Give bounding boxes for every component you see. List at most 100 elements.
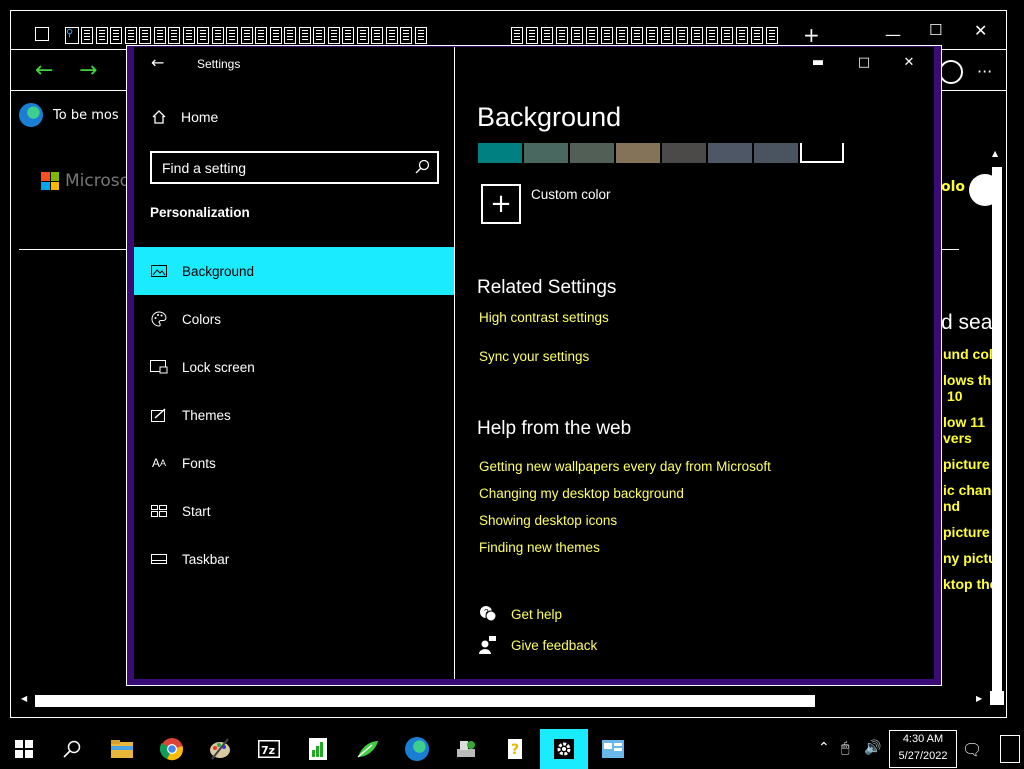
nav-item-colors[interactable]: Colors <box>134 295 454 343</box>
custom-color-button[interactable]: + Custom color <box>481 184 611 224</box>
nav-item-taskbar[interactable]: Taskbar <box>134 535 454 583</box>
search-icon[interactable] <box>414 159 430 175</box>
show-hidden-icons-icon[interactable]: ⌃ <box>818 740 830 756</box>
nav-item-fonts[interactable]: AA Fonts <box>134 439 454 487</box>
browser-tab[interactable] <box>284 27 296 44</box>
start-button[interactable] <box>0 729 48 769</box>
related-search-link[interactable]: 10 <box>947 388 963 404</box>
browser-tab[interactable] <box>661 27 673 44</box>
browser-tab[interactable] <box>240 27 253 44</box>
browser-tab[interactable] <box>255 27 267 44</box>
related-search-link[interactable]: vers <box>943 430 972 446</box>
browser-tab[interactable] <box>601 27 613 44</box>
chrome-button[interactable] <box>148 729 196 769</box>
related-search-link[interactable]: lows th <box>943 372 991 388</box>
browser-tab[interactable] <box>95 27 108 44</box>
file-explorer-button[interactable] <box>98 729 146 769</box>
new-tab-button[interactable]: + <box>803 23 820 47</box>
browser-tab[interactable] <box>691 27 703 44</box>
horizontal-scroll-thumb[interactable] <box>35 695 815 707</box>
color-swatch[interactable] <box>662 143 706 163</box>
vertical-scroll-thumb[interactable] <box>992 167 1002 692</box>
search-button[interactable] <box>48 729 96 769</box>
show-desktop-button[interactable] <box>1000 735 1020 763</box>
tab-search-icon[interactable]: ⚲ <box>65 27 79 44</box>
related-search-link[interactable]: low 11 <box>943 414 985 430</box>
browser-tab[interactable] <box>616 27 628 44</box>
browser-tab[interactable] <box>110 27 122 44</box>
more-menu-icon[interactable]: ··· <box>977 62 992 81</box>
get-help-link[interactable]: ? Get help <box>479 605 562 623</box>
signin-text[interactable]: olo <box>941 179 965 195</box>
browser-tab[interactable] <box>511 27 523 44</box>
browser-tab[interactable] <box>182 27 195 44</box>
app-button-network[interactable] <box>442 729 490 769</box>
browser-tab[interactable] <box>269 27 282 44</box>
browser-tab[interactable] <box>766 27 778 44</box>
app-button-help[interactable]: ? <box>491 729 539 769</box>
browser-tab[interactable] <box>571 27 583 44</box>
color-swatch[interactable] <box>478 143 522 163</box>
browser-tab[interactable] <box>541 27 553 44</box>
browser-tab[interactable] <box>81 27 93 44</box>
give-feedback-link[interactable]: Give feedback <box>479 636 597 654</box>
browser-tab[interactable] <box>526 27 538 44</box>
back-arrow-icon[interactable]: ← <box>151 53 164 72</box>
home-nav-item[interactable]: Home <box>151 109 218 125</box>
related-search-link[interactable]: nd <box>943 498 960 514</box>
scroll-right-arrow-icon[interactable]: ▶ <box>976 694 982 703</box>
sync-settings-link[interactable]: Sync your settings <box>479 349 589 364</box>
browser-tab[interactable] <box>313 27 325 44</box>
vertical-scrollbar[interactable]: ▲ ▼ <box>988 149 1006 692</box>
browser-tab[interactable] <box>168 27 180 44</box>
help-link[interactable]: Getting new wallpapers every day from Mi… <box>479 459 771 474</box>
browser-tab[interactable] <box>400 27 412 44</box>
high-contrast-link[interactable]: High contrast settings <box>479 310 609 325</box>
help-link[interactable]: Showing desktop icons <box>479 513 617 528</box>
nav-item-lock-screen[interactable]: Lock screen <box>134 343 454 391</box>
color-swatch[interactable] <box>616 143 660 163</box>
app-button-control-panel[interactable] <box>589 729 637 769</box>
browser-tab[interactable] <box>736 27 748 44</box>
maximize-button[interactable]: □ <box>849 55 879 73</box>
browser-tab[interactable] <box>139 27 151 44</box>
color-swatch-selected[interactable] <box>800 143 844 163</box>
color-swatch[interactable] <box>524 143 568 163</box>
browser-tab[interactable] <box>226 27 238 44</box>
browser-close-button[interactable]: ✕ <box>974 21 987 40</box>
browser-tab[interactable] <box>721 27 733 44</box>
settings-search-box[interactable] <box>150 151 439 184</box>
browser-tab[interactable] <box>676 27 688 44</box>
nav-item-start[interactable]: Start <box>134 487 454 535</box>
color-swatch[interactable] <box>708 143 752 163</box>
search-input[interactable] <box>162 158 407 178</box>
profile-icon[interactable] <box>939 60 963 84</box>
browser-tab[interactable] <box>153 27 166 44</box>
browser-tab[interactable] <box>706 27 718 44</box>
settings-taskbar-button[interactable] <box>540 729 588 769</box>
browser-tab[interactable] <box>414 27 427 44</box>
browser-tab[interactable] <box>646 27 658 44</box>
paint-button[interactable] <box>196 729 244 769</box>
volume-icon[interactable]: 🔊 <box>864 740 881 756</box>
minimize-button[interactable]: ▬ <box>803 55 833 73</box>
forward-arrow-icon[interactable]: → <box>79 58 97 83</box>
browser-maximize-button[interactable]: ☐ <box>929 21 942 39</box>
edge-button[interactable] <box>393 729 441 769</box>
horizontal-scrollbar[interactable]: ◀ ▶ <box>21 691 983 711</box>
browser-tab[interactable] <box>356 27 369 44</box>
browser-tab[interactable] <box>327 27 340 44</box>
browser-tab[interactable] <box>751 27 763 44</box>
app-button-leaf[interactable] <box>344 729 392 769</box>
browser-tab[interactable] <box>197 27 209 44</box>
notifications-icon[interactable]: 🗨 <box>962 740 982 759</box>
browser-minimize-button[interactable]: — <box>885 25 901 44</box>
nav-item-themes[interactable]: Themes <box>134 391 454 439</box>
color-swatch[interactable] <box>754 143 798 163</box>
browser-tab[interactable] <box>385 27 398 44</box>
browser-tab[interactable] <box>586 27 598 44</box>
scroll-left-arrow-icon[interactable]: ◀ <box>21 694 27 703</box>
system-clock[interactable]: 4:30 AM 5/27/2022 <box>889 730 957 768</box>
back-arrow-icon[interactable]: ← <box>35 58 53 83</box>
browser-tab[interactable] <box>556 27 568 44</box>
